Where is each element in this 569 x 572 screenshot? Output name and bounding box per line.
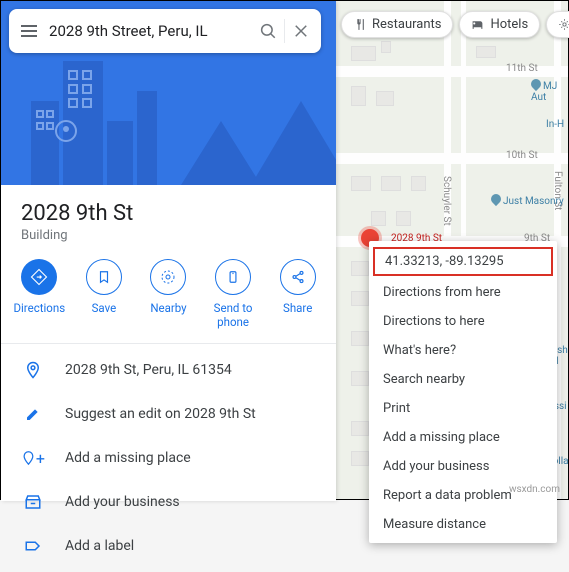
send-to-phone-button[interactable]: Send to phone	[201, 259, 266, 329]
street-label: Schuyler St	[441, 176, 452, 226]
category-chips: Restaurants Hotels Attractions	[341, 11, 569, 38]
print-item[interactable]: Print	[369, 394, 557, 423]
search-bar	[9, 9, 321, 53]
pencil-icon	[21, 402, 45, 426]
save-button[interactable]: Save	[72, 259, 137, 329]
hotels-chip[interactable]: Hotels	[459, 11, 540, 38]
nearby-button[interactable]: Nearby	[136, 259, 201, 329]
context-menu: 41.33213, -89.13295 Directions from here…	[369, 241, 557, 543]
measure-distance-item[interactable]: Measure distance	[369, 510, 557, 539]
add-place-item[interactable]: + Add a missing place	[1, 436, 336, 480]
directions-icon	[21, 259, 57, 295]
add-label-item[interactable]: Add a label	[1, 524, 336, 568]
menu-button[interactable]	[13, 13, 45, 49]
add-missing-place-item[interactable]: Add a missing place	[369, 423, 557, 452]
coordinates-item[interactable]: 41.33213, -89.13295	[373, 247, 553, 276]
add-business-item[interactable]: Add your business	[369, 452, 557, 481]
hotel-icon	[471, 18, 484, 31]
directions-button[interactable]: Directions	[7, 259, 72, 329]
phone-icon	[215, 259, 251, 295]
whats-here-item[interactable]: What's here?	[369, 336, 557, 365]
poi[interactable]: Just Masonry	[491, 194, 564, 207]
side-panel: 2028 9th St Building Directions Save Nea…	[1, 1, 336, 501]
actions-row: Directions Save Nearby Send to phone Sha…	[1, 251, 336, 344]
place-title: 2028 9th St	[21, 201, 316, 226]
watermark: wsxdn.com	[509, 484, 560, 495]
label-icon	[21, 534, 45, 558]
add-business-item[interactable]: Add your business	[1, 480, 336, 524]
address-item[interactable]: 2028 9th St, Peru, IL 61354	[1, 348, 336, 392]
street-label: 11th St	[506, 63, 538, 74]
poi[interactable]: MJ Aut	[531, 79, 568, 103]
attractions-chip[interactable]: Attractions	[546, 11, 569, 38]
bookmark-icon	[86, 259, 122, 295]
storefront-icon	[21, 490, 45, 514]
share-icon	[280, 259, 316, 295]
add-place-icon: +	[21, 446, 45, 470]
restaurant-icon	[353, 18, 366, 31]
info-list: 2028 9th St, Peru, IL 61354 Suggest an e…	[1, 344, 336, 572]
location-icon	[21, 358, 45, 382]
place-header: 2028 9th St Building	[1, 185, 336, 251]
place-type: Building	[21, 228, 316, 243]
search-nearby-item[interactable]: Search nearby	[369, 365, 557, 394]
poi[interactable]: In-H	[546, 119, 564, 130]
nearby-icon	[150, 259, 186, 295]
search-input[interactable]	[45, 22, 252, 40]
directions-from-item[interactable]: Directions from here	[369, 278, 557, 307]
search-button[interactable]	[252, 13, 284, 49]
street-label: 10th St	[506, 150, 538, 161]
restaurants-chip[interactable]: Restaurants	[341, 11, 453, 38]
share-button[interactable]: Share	[265, 259, 330, 329]
directions-to-item[interactable]: Directions to here	[369, 307, 557, 336]
clear-button[interactable]	[285, 13, 317, 49]
attractions-icon	[558, 18, 569, 31]
suggest-edit-item[interactable]: Suggest an edit on 2028 9th St	[1, 392, 336, 436]
